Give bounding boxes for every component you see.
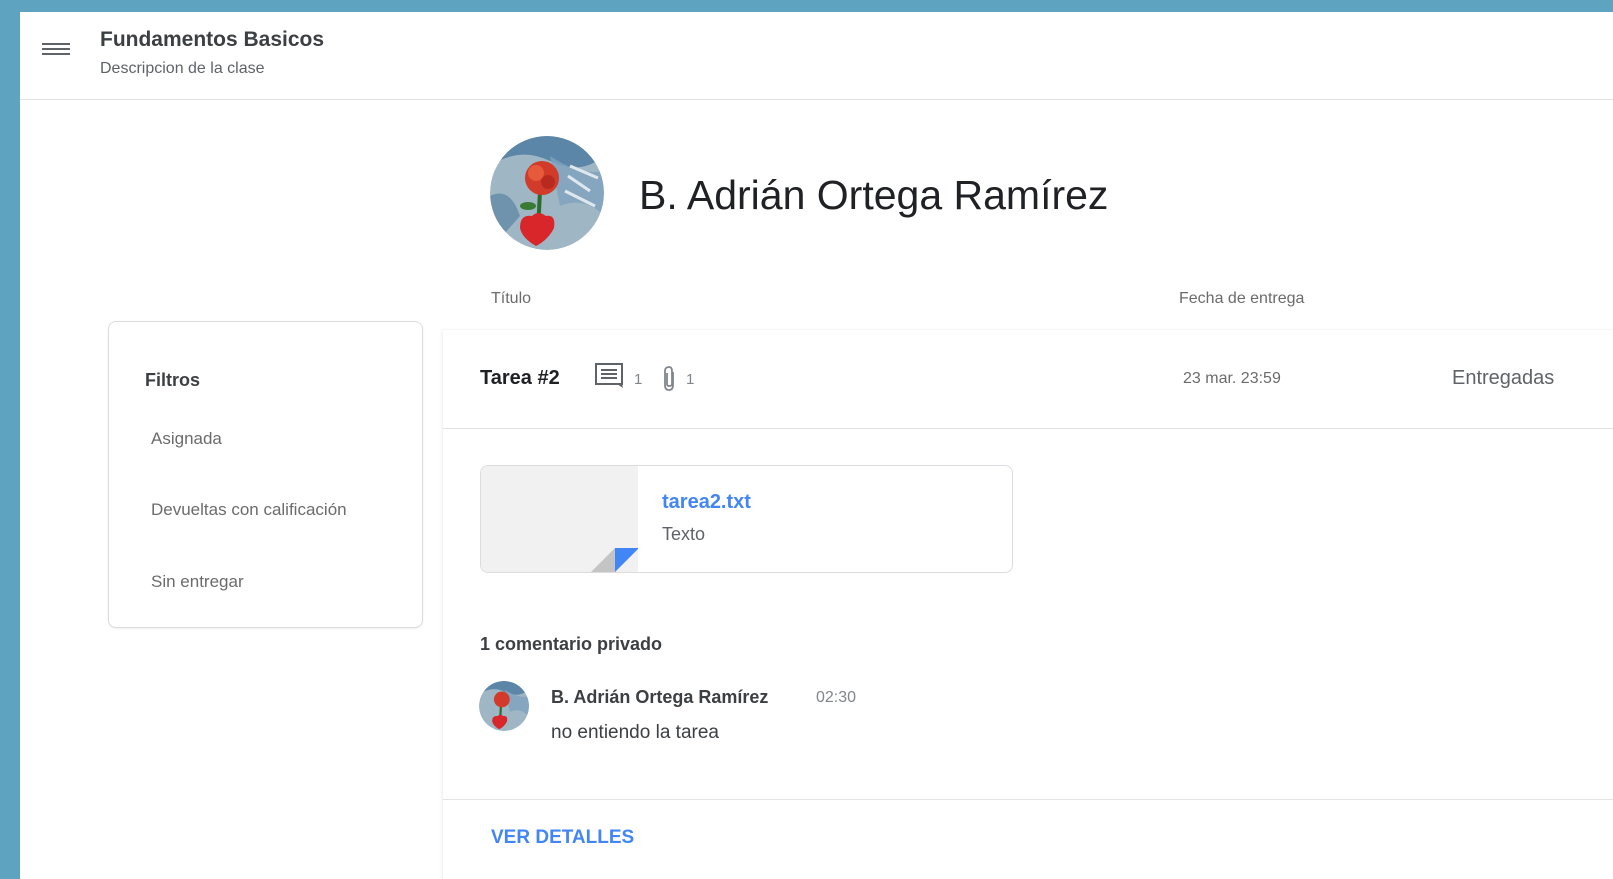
column-header-title: Título (491, 290, 532, 307)
comment-author: B. Adrián Ortega Ramírez (551, 687, 769, 707)
assignment-row[interactable]: Tarea #2 1 1 23 mar. 23:59 Entregadas (443, 330, 1613, 429)
card-divider (443, 799, 1613, 800)
student-name: B. Adrián Ortega Ramírez (639, 172, 1109, 218)
assignment-card: Tarea #2 1 1 23 mar. 23:59 Entregadas ta… (443, 330, 1613, 879)
comment-avatar (479, 681, 529, 731)
student-avatar (490, 136, 604, 250)
classroom-window: Fundamentos Basicos Descripcion de la cl… (20, 12, 1613, 879)
top-bar: Fundamentos Basicos Descripcion de la cl… (20, 12, 1613, 100)
view-details-link[interactable]: VER DETALLES (491, 827, 634, 849)
filter-assigned[interactable]: Asignada (151, 429, 222, 449)
comment-icon (595, 363, 625, 394)
status-label: Entregadas (1452, 367, 1555, 389)
assignment-due-date: 23 mar. 23:59 (1183, 370, 1281, 387)
menu-icon[interactable] (42, 40, 72, 62)
attachment-icon (662, 366, 678, 397)
private-comments-heading: 1 comentario privado (480, 634, 663, 654)
attachment-file-card[interactable]: tarea2.txt Texto (480, 465, 1013, 573)
attachment-count: 1 (686, 371, 695, 388)
file-type: Texto (662, 524, 706, 544)
filters-title: Filtros (145, 370, 201, 390)
file-name[interactable]: tarea2.txt (662, 491, 751, 514)
class-title[interactable]: Fundamentos Basicos (100, 28, 324, 52)
column-header-due-date: Fecha de entrega (1179, 290, 1305, 307)
filter-missing[interactable]: Sin entregar (151, 572, 244, 592)
class-description: Descripcion de la clase (100, 60, 265, 77)
assignment-title[interactable]: Tarea #2 (480, 367, 560, 390)
file-icon (481, 466, 639, 572)
comment-time: 02:30 (816, 689, 857, 706)
comment-count: 1 (634, 371, 643, 388)
comment-text: no entiendo la tarea (551, 722, 719, 743)
filter-returned-graded[interactable]: Devueltas con calificación (151, 500, 347, 520)
filters-panel: Filtros Asignada Devueltas con calificac… (108, 321, 423, 628)
